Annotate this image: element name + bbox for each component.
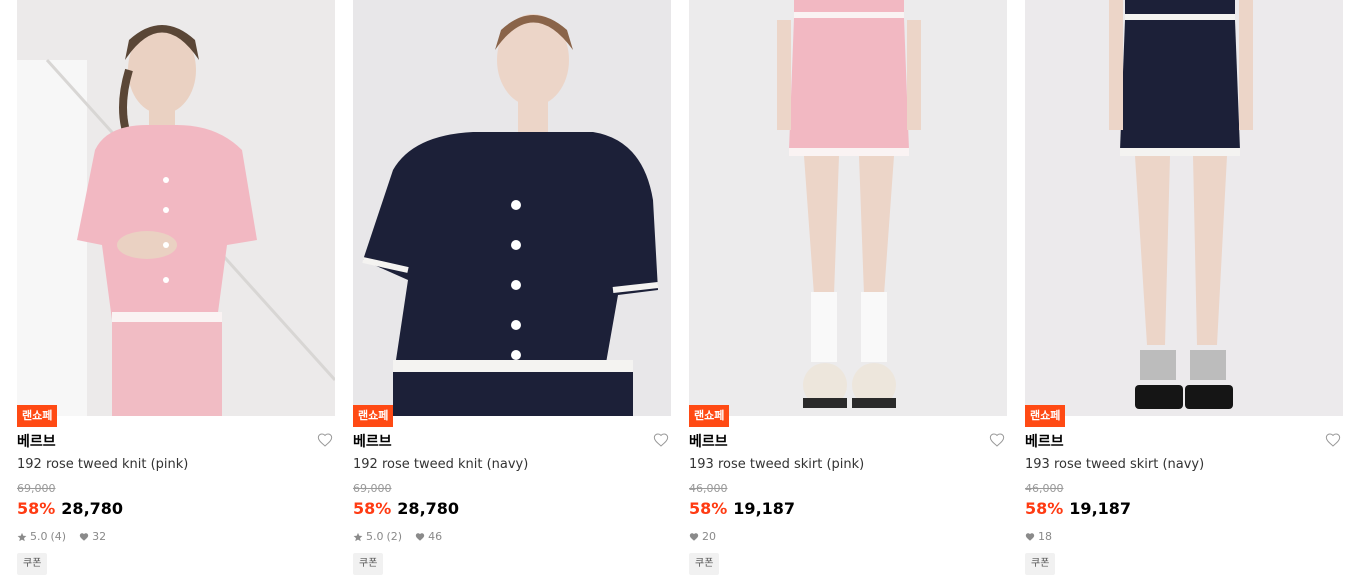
review-meta: 5.0 (4) 32 [17, 530, 106, 543]
model-photo-navy-skirt [1025, 0, 1343, 416]
price-row: 58% 19,187 [689, 499, 795, 518]
promo-tag: 랜쇼페 [353, 405, 394, 427]
product-image[interactable] [1025, 0, 1343, 416]
model-photo-navy-knit [353, 0, 671, 416]
wishlist-heart-icon[interactable] [317, 432, 333, 448]
promo-tag: 랜쇼페 [17, 405, 58, 427]
wishlist-heart-icon[interactable] [653, 432, 669, 448]
original-price: 69,000 [17, 482, 56, 495]
product-image[interactable] [353, 0, 671, 416]
like-heart-icon [79, 532, 89, 542]
product-grid: 랜쇼페 베르브 192 rose tweed knit (pink) 69,00… [0, 0, 1349, 581]
model-photo-pink-knit [17, 0, 335, 416]
original-price: 46,000 [1025, 482, 1064, 495]
like-heart-icon [415, 532, 425, 542]
like-heart-icon [1025, 532, 1035, 542]
sale-price: 19,187 [733, 499, 796, 518]
price-row: 58% 28,780 [353, 499, 459, 518]
product-card[interactable]: 랜쇼페 베르브 192 rose tweed knit (pink) 69,00… [17, 0, 335, 581]
product-name[interactable]: 193 rose tweed skirt (navy) [1025, 457, 1204, 472]
like-count: 20 [702, 530, 716, 543]
original-price: 46,000 [689, 482, 728, 495]
discount-rate: 58% [689, 499, 728, 518]
price-row: 58% 19,187 [1025, 499, 1131, 518]
original-price: 69,000 [353, 482, 392, 495]
review-meta: 20 [689, 530, 716, 543]
review-meta: 5.0 (2) 46 [353, 530, 442, 543]
coupon-badge: 쿠폰 [353, 553, 384, 575]
coupon-badge: 쿠폰 [1025, 553, 1056, 575]
review-meta: 18 [1025, 530, 1052, 543]
wishlist-heart-icon[interactable] [1325, 432, 1341, 448]
star-icon [353, 532, 363, 542]
product-card[interactable]: 랜쇼페 베르브 192 rose tweed knit (navy) 69,00… [353, 0, 671, 581]
like-count: 46 [428, 530, 443, 543]
brand-name[interactable]: 베르브 [353, 431, 392, 451]
product-image[interactable] [17, 0, 335, 416]
like-heart-icon [689, 532, 699, 542]
star-icon [17, 532, 27, 542]
discount-rate: 58% [353, 499, 392, 518]
like-count: 18 [1038, 530, 1052, 543]
price-row: 58% 28,780 [17, 499, 123, 518]
wishlist-heart-icon[interactable] [989, 432, 1005, 448]
promo-tag: 랜쇼페 [689, 405, 730, 427]
brand-name[interactable]: 베르브 [1025, 431, 1064, 451]
rating-value: 5.0 [366, 530, 384, 543]
coupon-badge: 쿠폰 [17, 553, 48, 575]
product-name[interactable]: 193 rose tweed skirt (pink) [689, 457, 864, 472]
sale-price: 28,780 [397, 499, 460, 518]
brand-name[interactable]: 베르브 [17, 431, 56, 451]
review-count: (4) [50, 530, 67, 543]
sale-price: 19,187 [1069, 499, 1132, 518]
discount-rate: 58% [17, 499, 56, 518]
promo-tag: 랜쇼페 [1025, 405, 1066, 427]
product-image[interactable] [689, 0, 1007, 416]
product-name[interactable]: 192 rose tweed knit (navy) [353, 457, 528, 472]
product-card[interactable]: 랜쇼페 베르브 193 rose tweed skirt (navy) 46,0… [1025, 0, 1343, 581]
product-card[interactable]: 랜쇼페 베르브 193 rose tweed skirt (pink) 46,0… [689, 0, 1007, 581]
sale-price: 28,780 [61, 499, 124, 518]
like-count: 32 [92, 530, 107, 543]
discount-rate: 58% [1025, 499, 1064, 518]
product-name[interactable]: 192 rose tweed knit (pink) [17, 457, 188, 472]
review-count: (2) [386, 530, 403, 543]
brand-name[interactable]: 베르브 [689, 431, 728, 451]
rating-value: 5.0 [30, 530, 48, 543]
coupon-badge: 쿠폰 [689, 553, 720, 575]
model-photo-pink-skirt [689, 0, 1007, 416]
